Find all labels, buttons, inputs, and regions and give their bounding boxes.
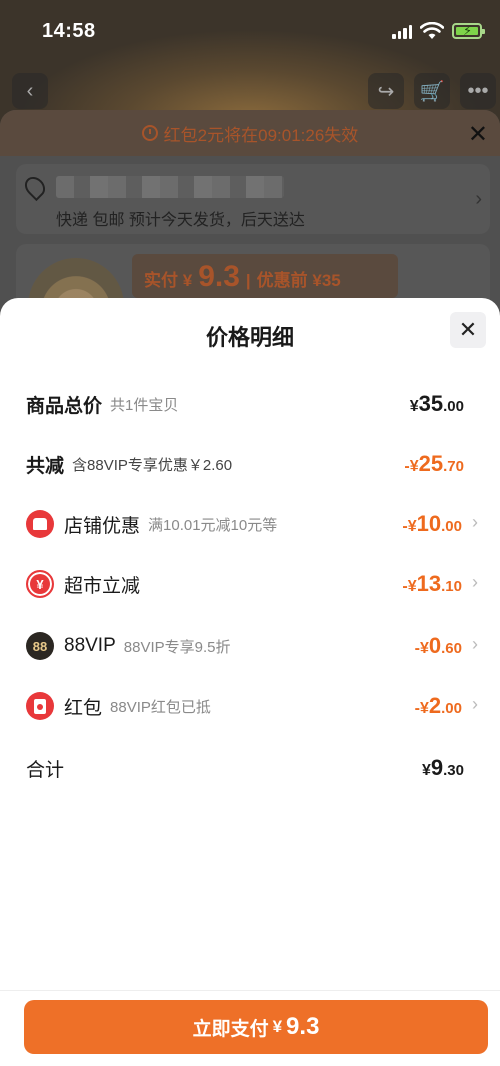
amount-decimal: .00 — [441, 518, 462, 535]
address-redacted — [56, 176, 284, 198]
pay-button-label: 立即支付 — [192, 1018, 269, 1040]
row-amount: - ¥ 2 .00 — [415, 693, 462, 719]
row-amount: ¥ 35 .00 — [410, 391, 464, 417]
red-packet-icon — [26, 692, 54, 720]
row-grand-total: 合计 ¥ 9 .30 — [26, 748, 478, 788]
row-sub: 满10.01元减10元等 — [148, 516, 278, 534]
amount-integer: 2 — [428, 693, 442, 718]
amount-decimal: .30 — [443, 762, 464, 779]
amount-decimal: .70 — [443, 458, 464, 475]
amount-decimal: .00 — [443, 398, 464, 415]
currency-symbol: ¥ — [419, 640, 429, 657]
address-card[interactable]: 快递 包邮 预计今天发货，后天送达 › — [16, 164, 490, 234]
chevron-right-icon: › — [472, 694, 478, 714]
row-red-packet[interactable]: 红包 88VIP红包已抵 - ¥ 2 .00 › — [26, 686, 478, 726]
amount-integer: 35 — [418, 391, 444, 416]
row-label: 超市立减 — [64, 575, 141, 597]
paid-amount: 9.3 — [198, 260, 240, 293]
amount-integer: 0 — [428, 633, 442, 658]
price-detail-sheet: 价格明细 ✕ 商品总价 共1件宝贝 ¥ 35 .00 共减 含88VIP专享优惠… — [0, 298, 500, 1066]
price-summary: 实付 ¥ 9.3 | 优惠前 ¥35 — [132, 254, 398, 298]
row-label: 商品总价 — [26, 395, 103, 417]
row-amount: - ¥ 10 .00 — [402, 511, 462, 537]
row-label: 合计 — [26, 759, 65, 781]
separator: | — [245, 271, 251, 290]
location-pin-icon — [20, 172, 50, 202]
row-amount: ¥ 9 .30 — [422, 755, 464, 781]
row-total-discount: 共减 含88VIP专享优惠￥2.60 - ¥ 25 .70 — [26, 444, 478, 484]
clock-icon — [141, 125, 158, 141]
chevron-right-icon: › — [472, 512, 478, 532]
row-sub: 88VIP红包已抵 — [110, 698, 211, 716]
close-icon[interactable]: ✕ — [450, 312, 486, 348]
amount-integer: 25 — [418, 451, 444, 476]
row-label: 红包 — [64, 697, 103, 719]
status-time: 14:58 — [42, 20, 96, 42]
share-icon[interactable]: ↪ — [368, 73, 404, 109]
row-amount: - ¥ 0 .60 — [415, 633, 462, 659]
cart-icon[interactable]: 🛒 — [414, 73, 450, 109]
row-88vip-discount[interactable]: 88 88VIP 88VIP专享9.5折 - ¥ 0 .60 › — [26, 626, 478, 666]
row-label: 88VIP — [64, 635, 116, 656]
amount-decimal: .10 — [441, 578, 462, 595]
chevron-right-icon: › — [475, 188, 482, 210]
row-sub: 含88VIP专享优惠￥2.60 — [72, 456, 233, 474]
vip-88-icon: 88 — [26, 632, 54, 660]
battery-icon: ⚡ — [452, 23, 485, 39]
delivery-info: 快递 包邮 预计今天发货，后天送达 — [56, 212, 305, 229]
status-icons: ⚡ — [392, 22, 485, 40]
row-label: 店铺优惠 — [64, 515, 141, 537]
status-bar: 14:58 ⚡ — [0, 0, 500, 64]
footer-divider — [0, 990, 500, 991]
row-label: 共减 — [26, 455, 65, 477]
back-icon[interactable]: ‹ — [12, 73, 48, 109]
currency-symbol: ¥ — [409, 398, 419, 415]
shop-icon — [26, 510, 54, 538]
amount-decimal: .60 — [441, 640, 462, 657]
pay-amount: 9.3 — [286, 1013, 320, 1040]
row-shop-discount[interactable]: 店铺优惠 满10.01元减10元等 - ¥ 10 .00 › — [26, 504, 478, 544]
wifi-icon — [420, 22, 444, 39]
paid-label: 实付 ¥ — [144, 271, 193, 290]
currency-symbol: ¥ — [419, 700, 429, 717]
amount-decimal: .00 — [441, 700, 462, 717]
original-price: 优惠前 ¥35 — [256, 271, 341, 290]
amount-integer: 13 — [416, 571, 442, 596]
coupon-expiry-text: 红包2元将在09:01:26失效 — [163, 125, 359, 145]
row-sub: 88VIP专享9.5折 — [123, 638, 231, 656]
amount-integer: 9 — [430, 755, 444, 780]
cellular-signal-icon — [392, 24, 412, 39]
row-sub: 共1件宝贝 — [110, 396, 179, 414]
row-amount: - ¥ 25 .70 — [404, 451, 464, 477]
yen-coin-icon: ¥ — [26, 570, 54, 598]
chevron-right-icon: › — [472, 634, 478, 654]
more-icon[interactable]: ••• — [460, 73, 496, 109]
row-amount: - ¥ 13 .10 — [402, 571, 462, 597]
coupon-expiry-bar: 红包2元将在09:01:26失效 — [0, 110, 500, 156]
currency-symbol: ¥ — [421, 762, 431, 779]
chevron-right-icon: › — [472, 572, 478, 592]
pay-now-button[interactable]: 立即支付 ¥ 9.3 — [24, 1000, 488, 1054]
close-icon[interactable]: ✕ — [468, 120, 488, 149]
row-market-discount[interactable]: ¥ 超市立减 - ¥ 13 .10 › — [26, 564, 478, 604]
row-goods-total: 商品总价 共1件宝贝 ¥ 35 .00 — [26, 384, 478, 424]
sheet-title: 价格明细 — [205, 325, 294, 350]
currency-symbol: ¥ — [407, 578, 417, 595]
currency-symbol: ¥ — [272, 1017, 283, 1036]
currency-symbol: ¥ — [407, 518, 417, 535]
amount-integer: 10 — [416, 511, 442, 536]
currency-symbol: ¥ — [409, 458, 419, 475]
